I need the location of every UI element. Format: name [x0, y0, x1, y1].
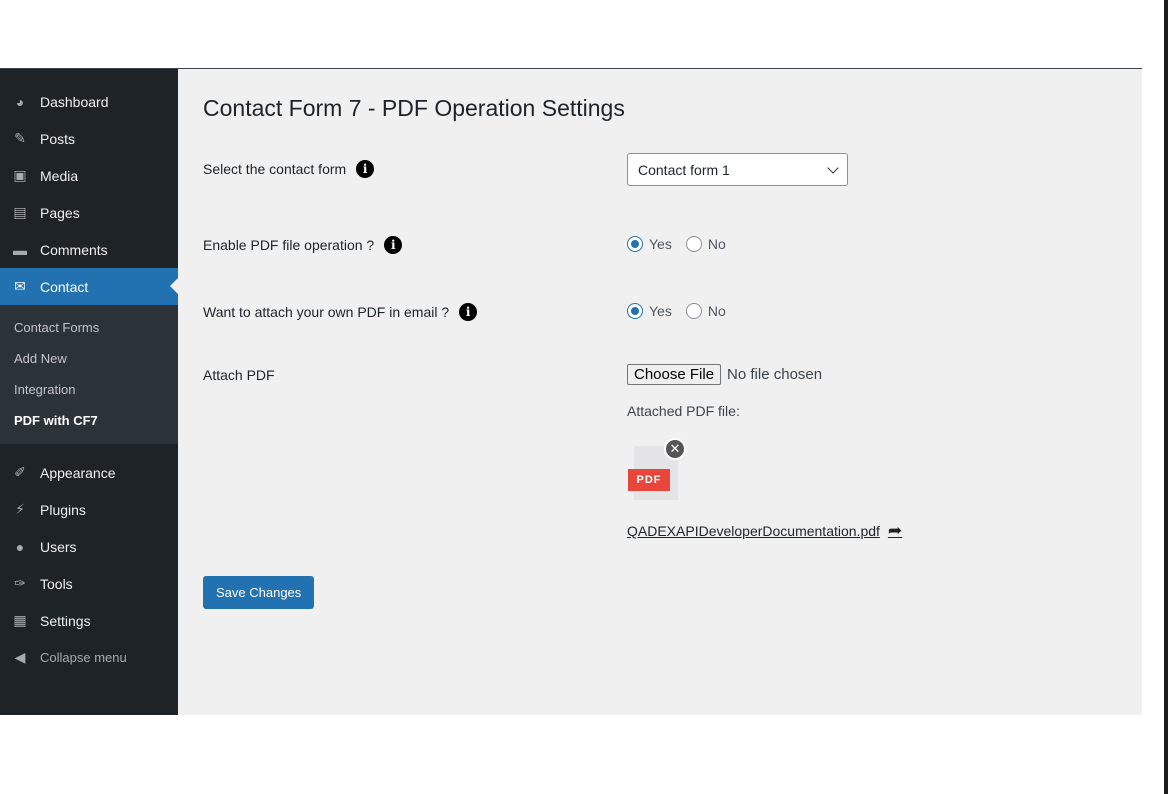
sidebar-item-label: Dashboard — [40, 93, 109, 110]
sidebar-item-label: Appearance — [40, 464, 116, 481]
pdf-filename[interactable]: QADEXAPIDeveloperDocumentation.pdf — [627, 523, 880, 539]
admin-sidebar: ◕ Dashboard ✎ Posts ▣ Media ▤ Pages ▬ Co… — [0, 69, 178, 715]
collapse-icon: ◀ — [14, 649, 26, 665]
contact-form-select[interactable]: Contact form 1 — [627, 153, 848, 186]
sidebar-item-contact[interactable]: ✉ Contact — [0, 268, 178, 305]
sidebar-item-label: Contact — [40, 278, 89, 295]
select-form-label: Select the contact form — [203, 161, 347, 177]
attach-own-radio-group: Yes No — [627, 303, 740, 319]
media-icon: ▣ — [13, 167, 27, 183]
settings-icon: ▦ — [13, 612, 27, 628]
share-arrow-icon[interactable]: ➦ — [888, 521, 902, 541]
attached-pdf-label: Attached PDF file: — [627, 403, 740, 419]
sidebar-item-tools[interactable]: ✑ Tools — [0, 565, 178, 602]
submenu-item-pdf-with-cf7[interactable]: PDF with CF7 — [0, 405, 178, 436]
select-form-row-label: Select the contact form i — [203, 160, 375, 178]
enable-pdf-no-radio[interactable] — [685, 236, 702, 252]
file-input: Choose File No file chosen — [627, 364, 822, 385]
attach-pdf-label: Attach PDF — [203, 367, 275, 383]
sidebar-item-settings[interactable]: ▦ Settings — [0, 602, 178, 639]
contact-form-select-value: Contact form 1 — [638, 161, 730, 178]
chevron-down-icon — [827, 161, 839, 174]
sidebar-item-label: Comments — [40, 241, 108, 258]
info-icon[interactable]: i — [384, 236, 403, 254]
sidebar-item-label: Plugins — [40, 501, 86, 518]
contact-submenu: Contact Forms Add New Integration PDF wi… — [0, 305, 178, 444]
info-icon[interactable]: i — [356, 160, 375, 178]
attach-own-yes-label[interactable]: Yes — [649, 303, 672, 319]
sidebar-item-label: Pages — [40, 204, 80, 221]
collapse-menu-button[interactable]: ◀ Collapse menu — [0, 639, 178, 676]
enable-pdf-no-label[interactable]: No — [708, 236, 726, 252]
pin-icon: ✎ — [14, 130, 26, 146]
submenu-item-contact-forms[interactable]: Contact Forms — [0, 312, 178, 343]
enable-pdf-label: Enable PDF file operation ? — [203, 237, 375, 253]
main-content: Contact Form 7 - PDF Operation Settings … — [178, 69, 1142, 715]
pages-icon: ▤ — [13, 204, 27, 220]
sidebar-item-appearance[interactable]: ✐ Appearance — [0, 454, 178, 491]
sidebar-item-label: Tools — [40, 575, 73, 592]
attach-own-row-label: Want to attach your own PDF in email ? i — [203, 303, 478, 321]
enable-pdf-radio-group: Yes No — [627, 236, 740, 252]
attach-pdf-row-label: Attach PDF — [203, 367, 275, 383]
envelope-icon: ✉ — [14, 278, 26, 294]
comment-icon: ▬ — [13, 241, 27, 258]
sidebar-item-posts[interactable]: ✎ Posts — [0, 120, 178, 157]
window-right-border — [1164, 0, 1168, 794]
sidebar-item-users[interactable]: ● Users — [0, 528, 178, 565]
collapse-menu-label: Collapse menu — [40, 650, 127, 665]
brush-icon: ✐ — [14, 464, 26, 480]
pdf-file-link[interactable]: QADEXAPIDeveloperDocumentation.pdf ➦ — [627, 521, 902, 541]
submenu-item-integration[interactable]: Integration — [0, 374, 178, 405]
info-icon[interactable]: i — [459, 303, 478, 321]
remove-file-icon[interactable]: ✕ — [664, 438, 686, 460]
dashboard-icon: ◕ — [15, 93, 25, 110]
sidebar-item-label: Users — [40, 538, 77, 555]
user-icon: ● — [15, 538, 25, 555]
sidebar-item-dashboard[interactable]: ◕ Dashboard — [0, 83, 178, 120]
sidebar-item-label: Posts — [40, 130, 76, 147]
wrench-icon: ✑ — [14, 575, 26, 591]
page-title: Contact Form 7 - PDF Operation Settings — [203, 95, 625, 121]
enable-pdf-row-label: Enable PDF file operation ? i — [203, 236, 403, 254]
attach-own-label: Want to attach your own PDF in email ? — [203, 304, 450, 320]
sidebar-item-label: Media — [40, 167, 79, 184]
sidebar-item-pages[interactable]: ▤ Pages — [0, 194, 178, 231]
enable-pdf-yes-label[interactable]: Yes — [649, 236, 672, 252]
attach-own-yes-radio[interactable] — [627, 303, 643, 319]
attach-own-no-radio[interactable] — [685, 303, 702, 319]
sidebar-item-label: Settings — [40, 612, 91, 629]
attach-own-no-label[interactable]: No — [708, 303, 726, 319]
sidebar-item-comments[interactable]: ▬ Comments — [0, 231, 178, 268]
sidebar-item-plugins[interactable]: ⚡ Plugins — [0, 491, 178, 528]
plug-icon: ⚡ — [15, 501, 25, 517]
save-changes-button[interactable]: Save Changes — [203, 576, 315, 609]
wp-admin: ◕ Dashboard ✎ Posts ▣ Media ▤ Pages ▬ Co… — [0, 69, 1142, 715]
submenu-item-add-new[interactable]: Add New — [0, 343, 178, 374]
pdf-badge: PDF — [628, 469, 670, 491]
enable-pdf-yes-radio[interactable] — [627, 236, 643, 252]
choose-file-button[interactable]: Choose File — [627, 364, 722, 385]
file-status-text: No file chosen — [727, 366, 823, 383]
sidebar-item-media[interactable]: ▣ Media — [0, 157, 178, 194]
